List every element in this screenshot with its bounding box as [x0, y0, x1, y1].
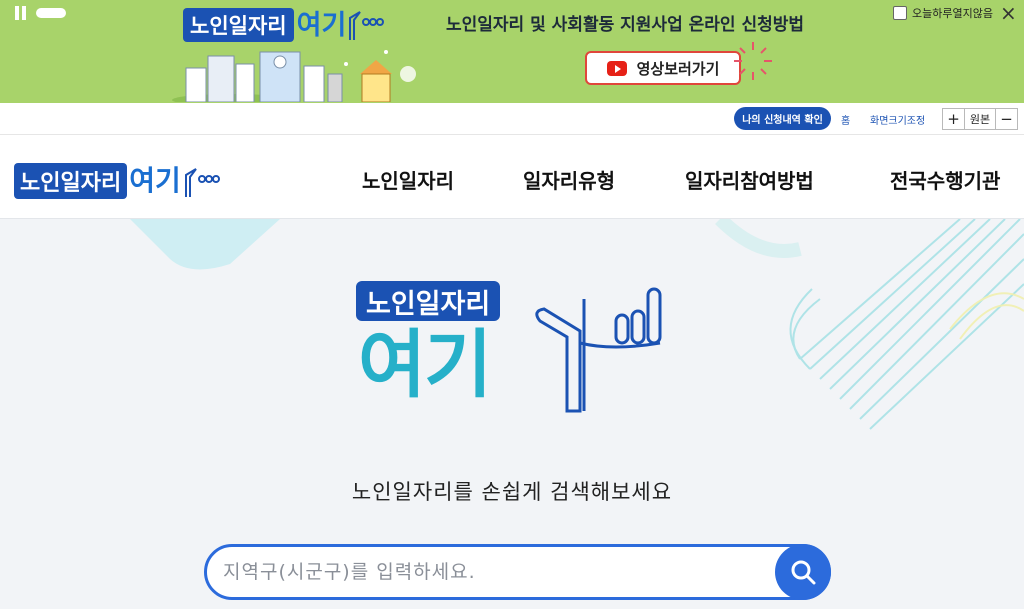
logo-finger-icon — [184, 168, 220, 197]
site-logo[interactable]: 노인일자리 여기 — [14, 159, 223, 199]
watch-video-label: 영상보러가기 — [636, 59, 720, 78]
sparkle-icon — [734, 42, 772, 80]
nav-agencies[interactable]: 전국수행기관 — [890, 165, 1000, 194]
zoom-reset-button[interactable]: 원본 — [964, 108, 996, 130]
banner-title: 노인일자리 및 사회활동 지원사업 온라인 신청방법 — [446, 15, 805, 35]
home-link[interactable]: 홈 — [841, 112, 850, 127]
banner-logo: 노인일자리 여기 — [183, 6, 386, 42]
my-application-button[interactable]: 나의 신청내역 확인 — [734, 107, 831, 130]
logo-finger-icon — [535, 287, 662, 413]
site-logo-yeogi: 여기 — [129, 164, 181, 197]
hero-logo-text: 노인일자리 — [356, 281, 501, 321]
youtube-play-icon — [606, 60, 627, 76]
logo-finger-icon — [349, 11, 385, 40]
hero-subtitle: 노인일자리를 손쉽게 검색해보세요 — [351, 480, 673, 504]
today-close-label: 오늘하루열지않음 — [912, 7, 993, 20]
banner-logo-yeogi: 여기 — [296, 10, 347, 41]
site-logo-text: 노인일자리 — [14, 163, 128, 199]
hero-logo-yeogi: 여기 — [358, 322, 492, 408]
banner-logo-text: 노인일자리 — [183, 8, 294, 42]
pause-icon[interactable] — [14, 6, 28, 20]
slide-indicator[interactable] — [36, 8, 66, 18]
zoom-in-button[interactable]: + — [942, 108, 965, 130]
close-icon[interactable]: × — [1000, 3, 1017, 23]
nav-senior-jobs[interactable]: 노인일자리 — [362, 165, 454, 194]
nav-how-to-join[interactable]: 일자리참여방법 — [685, 165, 814, 194]
site-header: 노인일자리 여기 노인일자리 일자리유형 일자리참여방법 전국수행기관 — [0, 135, 1024, 219]
region-search-input[interactable] — [223, 557, 763, 587]
zoom-out-button[interactable]: − — [995, 108, 1018, 130]
hero-section: 노인일자리 여기 노인일자리를 손쉽게 검색해보세요 — [0, 219, 1024, 609]
search-button[interactable] — [775, 544, 831, 600]
utility-bar: 나의 신청내역 확인 홈 화면크기조정 + 원본 − — [0, 103, 1024, 135]
search-icon — [791, 560, 816, 585]
today-close-option[interactable]: 오늘하루열지않음 — [893, 5, 993, 21]
checkbox-icon[interactable] — [893, 6, 907, 20]
watch-video-button[interactable]: 영상보러가기 — [585, 51, 741, 85]
city-illustration — [172, 50, 416, 102]
promo-banner: 노인일자리 여기 노인일자리 및 사회활동 지원사업 온라인 신청방법 영상보러… — [0, 0, 1024, 103]
region-search — [204, 544, 831, 600]
nav-job-types[interactable]: 일자리유형 — [523, 165, 615, 194]
zoom-label: 화면크기조정 — [870, 116, 926, 127]
